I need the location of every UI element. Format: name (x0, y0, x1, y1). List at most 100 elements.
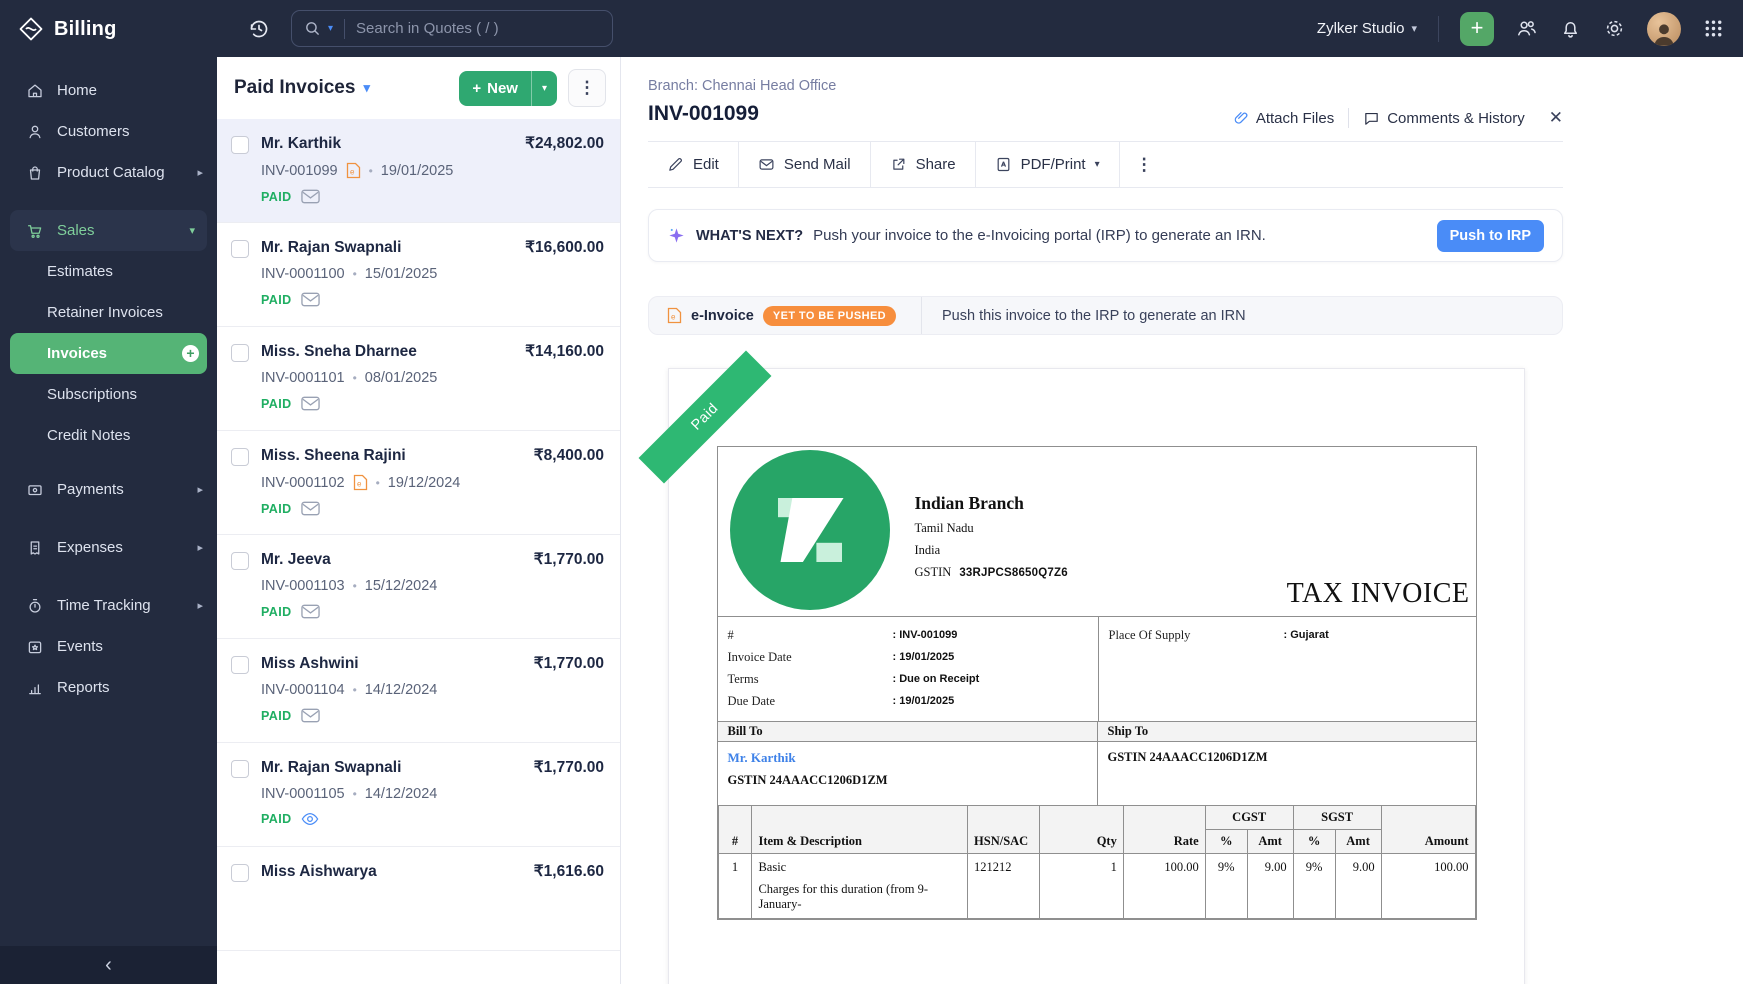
svg-text:e: e (357, 480, 362, 489)
comments-history-label: Comments & History (1387, 110, 1525, 127)
invoice-amount: ₹1,616.60 (534, 862, 604, 881)
row-checkbox[interactable] (231, 136, 249, 154)
col-qty: Qty (1040, 806, 1124, 854)
quick-add-invoice-icon[interactable]: + (182, 345, 199, 362)
search-input[interactable] (356, 20, 556, 37)
supply-label: Place Of Supply (1109, 628, 1284, 643)
comments-history-button[interactable]: Comments & History (1363, 110, 1525, 127)
chevron-right-icon: ▸ (197, 166, 203, 179)
send-mail-button[interactable]: Send Mail (739, 142, 871, 187)
recent-history-icon[interactable] (247, 17, 271, 41)
mail-icon (758, 156, 775, 173)
push-to-irp-button[interactable]: Push to IRP (1437, 220, 1544, 252)
sidebar-item-label: Credit Notes (47, 427, 130, 444)
sidebar-item-subscriptions[interactable]: Subscriptions (0, 374, 217, 415)
invoice-detail-panel: Branch: Chennai Head Office INV-001099 A… (621, 57, 1743, 984)
apps-grid-icon[interactable] (1702, 17, 1725, 40)
invoice-list-panel: Paid Invoices ▾ +New ▾ ⋮ (217, 57, 621, 984)
invoice-preview: Paid Indian Branch (668, 368, 1525, 984)
sidebar-item-time-tracking[interactable]: Time Tracking ▸ (0, 585, 217, 626)
new-invoice-button[interactable]: +New ▾ (459, 71, 557, 106)
edit-label: Edit (693, 156, 719, 173)
bill-to-customer-link[interactable]: Mr. Karthik (728, 750, 1087, 766)
send-mail-label: Send Mail (784, 156, 851, 173)
whats-next-banner: WHAT'S NEXT? Push your invoice to the e-… (648, 209, 1563, 262)
sidebar-item-events[interactable]: Events (0, 626, 217, 667)
row-checkbox[interactable] (231, 448, 249, 466)
sidebar-item-retainer-invoices[interactable]: Retainer Invoices (0, 292, 217, 333)
sidebar-item-home[interactable]: Home (0, 70, 217, 111)
settings-gear-icon[interactable] (1603, 17, 1626, 40)
app-logo-row: Billing (0, 0, 217, 56)
invoice-row[interactable]: Mr. Jeeva₹1,770.00 INV-0001103 • 15/12/2… (217, 535, 620, 639)
org-switcher[interactable]: Zylker Studio ▾ (1317, 20, 1417, 37)
row-checkbox[interactable] (231, 552, 249, 570)
sidebar-item-credit-notes[interactable]: Credit Notes (0, 415, 217, 456)
sidebar-item-sales[interactable]: Sales ▾ (10, 210, 207, 251)
invoice-row[interactable]: Mr. Rajan Swapnali₹1,770.00 INV-0001105 … (217, 743, 620, 847)
invoice-row[interactable]: Miss. Sneha Dharnee₹14,160.00 INV-000110… (217, 327, 620, 431)
search-scope-chevron-icon[interactable]: ▾ (328, 23, 333, 34)
status-badge: PAID (261, 812, 292, 826)
invoice-row[interactable]: Mr. Rajan Swapnali₹16,600.00 INV-0001100… (217, 223, 620, 327)
sidebar-item-reports[interactable]: Reports (0, 667, 217, 708)
status-badge: PAID (261, 397, 292, 411)
sidebar-item-product-catalog[interactable]: Product Catalog ▸ (0, 152, 217, 193)
sidebar-item-expenses[interactable]: Expenses ▸ (0, 527, 217, 568)
invoice-row[interactable]: Miss Ashwini₹1,770.00 INV-0001104 • 14/1… (217, 639, 620, 743)
col-cgst-pct: % (1205, 830, 1247, 854)
row-checkbox[interactable] (231, 760, 249, 778)
chevron-down-icon: ▾ (189, 224, 195, 237)
col-cgst-amt: Amt (1247, 830, 1293, 854)
new-invoice-dropdown[interactable]: ▾ (531, 71, 557, 106)
attach-files-button[interactable]: Attach Files (1233, 110, 1334, 127)
invoice-number: INV-0001100 (261, 266, 345, 282)
pdf-print-button[interactable]: PDF/Print ▾ (976, 142, 1120, 187)
invoice-number: INV-0001103 (261, 578, 345, 594)
global-search[interactable]: ▾ (291, 10, 613, 47)
sidebar-item-estimates[interactable]: Estimates (0, 251, 217, 292)
row-checkbox[interactable] (231, 240, 249, 258)
invoice-number: INV-0001102 (261, 475, 345, 491)
users-icon[interactable] (1515, 17, 1538, 40)
plus-icon: + (1471, 15, 1484, 41)
detail-more-button[interactable]: ⋮ (1120, 142, 1169, 187)
list-title: Paid Invoices (234, 77, 355, 99)
col-sgst-group: SGST (1293, 806, 1381, 830)
list-filter-dropdown[interactable]: Paid Invoices ▾ (234, 77, 370, 99)
mail-sent-icon (301, 604, 320, 619)
invoice-row[interactable]: Miss. Sheena Rajini₹8,400.00 INV-0001102… (217, 431, 620, 535)
svg-text:e: e (671, 313, 676, 322)
collapse-chevron-icon: ‹ (105, 954, 112, 977)
sidebar-item-invoices[interactable]: Invoices + (10, 333, 207, 374)
company-country: India (915, 543, 1068, 558)
meta-label: Due Date (728, 694, 893, 709)
events-icon (26, 638, 44, 656)
list-more-button[interactable]: ⋮ (568, 69, 606, 107)
edit-button[interactable]: Edit (648, 142, 739, 187)
row-checkbox[interactable] (231, 656, 249, 674)
user-avatar[interactable] (1647, 12, 1681, 46)
sidebar-collapse-button[interactable]: ‹ (0, 946, 217, 984)
item-rate: 100.00 (1123, 854, 1205, 919)
share-button[interactable]: Share (871, 142, 976, 187)
document-type-title: TAX INVOICE (1287, 578, 1470, 610)
ship-to-gstin: GSTIN 24AAACC1206D1ZM (1108, 750, 1466, 765)
notifications-bell-icon[interactable] (1559, 17, 1582, 40)
invoice-row[interactable]: Miss Aishwarya₹1,616.60 (217, 847, 620, 951)
invoice-amount: ₹8,400.00 (534, 446, 604, 465)
quick-create-button[interactable]: + (1460, 12, 1494, 46)
invoice-row[interactable]: Mr. Karthik₹24,802.00 INV-001099 e • 19/… (217, 119, 620, 223)
row-checkbox[interactable] (231, 344, 249, 362)
sidebar-item-payments[interactable]: Payments ▸ (0, 469, 217, 510)
sidebar-item-customers[interactable]: Customers (0, 111, 217, 152)
invoice-date: 15/12/2024 (365, 578, 438, 594)
customer-name: Mr. Jeeva (261, 551, 331, 569)
invoice-number: INV-0001105 (261, 786, 345, 802)
item-cgst-amt: 9.00 (1247, 854, 1293, 919)
close-icon[interactable]: ✕ (1549, 108, 1563, 128)
sparkle-icon (667, 226, 686, 245)
row-checkbox[interactable] (231, 864, 249, 882)
item-sno: 1 (718, 854, 752, 919)
einvoice-file-icon: e (667, 307, 682, 324)
